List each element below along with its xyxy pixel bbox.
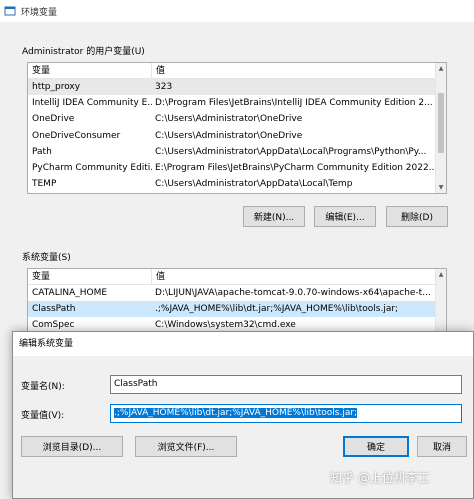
environment-variables-icon bbox=[3, 4, 17, 18]
user-vars-header: 变量 值 bbox=[28, 63, 446, 79]
var-name: ClassPath bbox=[32, 304, 76, 315]
variable-value-label: 变量值(V): bbox=[21, 411, 65, 421]
var-value: E:\Program Files\JetBrains\PyCharm Commu… bbox=[155, 162, 441, 173]
system-vars-list[interactable]: 变量 值 CATALINA_HOME D:\LIJUN\JAVA\apache-t… bbox=[27, 268, 447, 338]
user-vars-label: Administrator 的用户变量(U) bbox=[22, 47, 145, 57]
watermark-text: 知乎 @上位机李工 bbox=[330, 471, 430, 485]
var-name: OneDriveConsumer bbox=[32, 130, 121, 141]
variable-value-input[interactable]: .;%JAVA_HOME%\lib\dt.jar;%JAVA_HOME%\lib… bbox=[110, 404, 462, 423]
list-item[interactable]: PyCharm Community Editi... E:\Program Fil… bbox=[28, 160, 446, 176]
var-value: D:\LIJUN\JAVA\apache-tomcat-9.0.70-windo… bbox=[155, 288, 431, 298]
user-vars-list[interactable]: 变量 值 http_proxy 323 IntelliJ IDEA Communi… bbox=[27, 62, 447, 194]
dialog-title: 编辑系统变量 bbox=[13, 332, 473, 357]
cancel-button[interactable]: 取消 bbox=[417, 436, 467, 457]
var-value: 323 bbox=[155, 82, 173, 92]
var-value: C:\Users\Administrator\OneDrive bbox=[155, 114, 303, 125]
window-title-bar: 环境变量 bbox=[0, 0, 474, 22]
var-value: D:\Program Files\JetBrains\IntelliJ IDEA… bbox=[155, 98, 433, 109]
var-name: IntelliJ IDEA Community E... bbox=[32, 98, 152, 109]
column-header-value[interactable]: 值 bbox=[152, 63, 165, 79]
system-vars-label: 系统变量(S) bbox=[22, 253, 71, 263]
system-vars-header: 变量 值 bbox=[28, 269, 446, 285]
edit-button[interactable]: 编辑(E)... bbox=[314, 206, 376, 227]
system-vars-scrollbar[interactable]: ▲ bbox=[435, 269, 446, 337]
var-name: PyCharm Community Editi... bbox=[32, 162, 152, 173]
list-item[interactable]: OneDriveConsumer C:\Users\Administrator\O… bbox=[28, 128, 446, 144]
list-item[interactable]: CATALINA_HOME D:\LIJUN\JAVA\apache-tomcat… bbox=[28, 285, 446, 301]
var-value: C:\Users\Administrator\AppData\Local\Tem… bbox=[155, 179, 353, 190]
list-item[interactable]: TEMP C:\Users\Administrator\AppData\Local… bbox=[28, 176, 446, 192]
variable-value-selection: .;%JAVA_HOME%\lib\dt.jar;%JAVA_HOME%\lib… bbox=[114, 408, 358, 418]
var-name: TEMP bbox=[32, 179, 57, 190]
var-value: C:\Users\Administrator\AppData\Local\Pro… bbox=[155, 146, 427, 157]
list-item-selected[interactable]: ClassPath .;%JAVA_HOME%\lib\dt.jar;%JAVA_… bbox=[28, 301, 446, 318]
scroll-up-icon[interactable]: ▲ bbox=[436, 269, 446, 280]
column-header-variable[interactable]: 变量 bbox=[28, 63, 152, 79]
list-item[interactable]: OneDrive C:\Users\Administrator\OneDrive bbox=[28, 111, 446, 127]
scroll-down-icon[interactable]: ▼ bbox=[436, 182, 446, 193]
browse-directory-button[interactable]: 浏览目录(D)... bbox=[21, 436, 123, 457]
delete-button[interactable]: 删除(D) bbox=[386, 206, 448, 227]
watermark: 知乎 @上位机李工 bbox=[330, 469, 430, 486]
column-header-value[interactable]: 值 bbox=[152, 269, 165, 285]
scroll-thumb[interactable] bbox=[438, 93, 444, 153]
list-item[interactable]: http_proxy 323 bbox=[28, 79, 446, 96]
var-name: Path bbox=[32, 146, 52, 157]
user-vars-scrollbar[interactable]: ▲ ▼ bbox=[435, 63, 446, 193]
scroll-up-icon[interactable]: ▲ bbox=[436, 63, 446, 74]
column-header-variable[interactable]: 变量 bbox=[28, 269, 152, 285]
var-value: C:\Users\Administrator\OneDrive bbox=[155, 130, 303, 141]
var-name: OneDrive bbox=[32, 114, 75, 125]
variable-name-label: 变量名(N): bbox=[21, 382, 65, 392]
ok-button[interactable]: 确定 bbox=[343, 436, 409, 457]
variable-name-input[interactable]: ClassPath bbox=[110, 375, 462, 394]
list-item[interactable]: IntelliJ IDEA Community E... D:\Program F… bbox=[28, 95, 446, 111]
browse-file-button[interactable]: 浏览文件(F)... bbox=[135, 436, 237, 457]
var-name: CATALINA_HOME bbox=[32, 288, 108, 298]
new-button[interactable]: 新建(N)... bbox=[243, 206, 305, 227]
var-name: http_proxy bbox=[32, 82, 81, 92]
window-title: 环境变量 bbox=[21, 7, 58, 18]
var-value: .;%JAVA_HOME%\lib\dt.jar;%JAVA_HOME%\lib… bbox=[155, 304, 399, 315]
list-item[interactable]: Path C:\Users\Administrator\AppData\Local… bbox=[28, 144, 446, 160]
